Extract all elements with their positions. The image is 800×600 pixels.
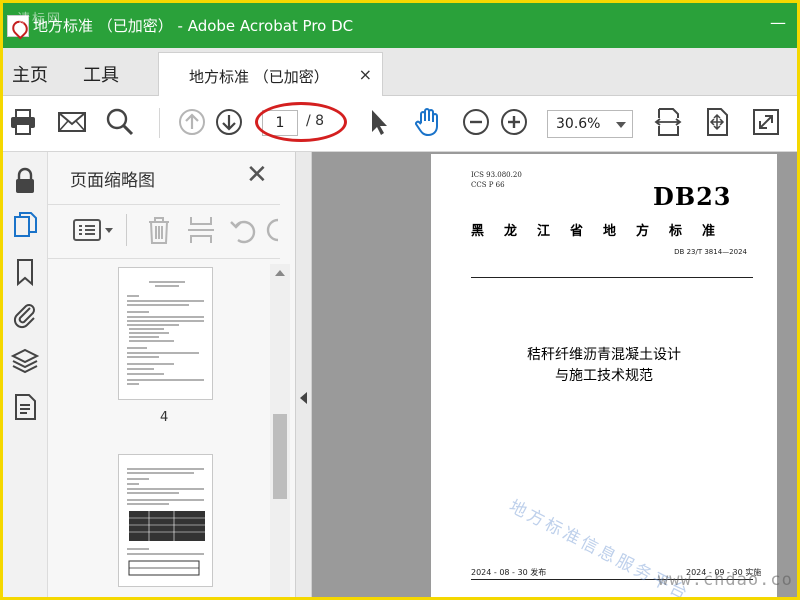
ics-line: ICS 93.080.20 [471,171,522,179]
layers-icon[interactable] [10,346,40,376]
panel-divider [48,258,280,259]
thumbnail-page-content [127,468,205,576]
full-screen-icon[interactable] [750,106,782,138]
thumbnail-options-icon[interactable] [72,214,116,246]
issue-date: 2024 - 08 - 30 发布 [471,568,547,577]
scroll-up-icon[interactable] [275,270,285,276]
thumbnails-scrollbar[interactable] [270,264,290,597]
delete-page-icon[interactable] [144,214,174,246]
close-panel-icon[interactable]: ✕ [246,162,268,188]
chevron-down-icon [616,122,626,128]
highlight-ellipse [255,102,347,142]
rotate-cw-icon[interactable] [266,214,280,246]
document-tab[interactable]: 地方标准 （已加密） × [158,52,383,96]
title-bar: 地方标准 （已加密） - Adobe Acrobat Pro DC — [3,3,797,48]
panel-divider [48,204,280,205]
panel-collapse-handle[interactable] [296,152,312,597]
corner-watermark: 请标网 [17,12,63,27]
rotate-ccw-icon[interactable] [228,214,258,246]
document-number: DB 23/T 3814—2024 [674,248,747,256]
window-title: 地方标准 （已加密） - Adobe Acrobat Pro DC [33,17,354,35]
thumbnail-page-5[interactable] [118,454,213,587]
header-rule [471,277,753,278]
thumbnail-page-4[interactable] [118,267,213,400]
zoom-out-icon[interactable] [460,106,492,138]
issuer-name: 黑龙江省地方标准 [471,224,736,239]
site-watermark: www.chdao.co [658,570,793,590]
left-rail [3,152,48,597]
toolbar: 1 / 8 30.6% [3,96,797,152]
tab-bar: 主页 工具 地方标准 （已加密） × [3,48,797,96]
thumbnails-panel: 页面缩略图 ✕ 4 [48,152,296,597]
print-icon[interactable] [7,106,39,138]
thumbnails-title: 页面缩略图 [70,171,155,191]
page-up-icon[interactable] [176,106,208,138]
zoom-select[interactable]: 30.6% [547,110,633,138]
minimize-button[interactable]: — [769,15,787,31]
email-icon[interactable] [56,106,88,138]
document-tab-label: 地方标准 （已加密） [189,68,329,86]
ics-code: ICS 93.080.20 CCS P 66 [471,170,522,190]
search-icon[interactable] [104,106,136,138]
toolbar-separator [159,108,160,138]
page-down-icon[interactable] [213,106,245,138]
attachment-icon[interactable] [10,300,40,330]
select-cursor-icon[interactable] [362,106,394,138]
zoom-value: 30.6% [556,116,601,132]
zoom-in-icon[interactable] [498,106,530,138]
bookmark-icon[interactable] [10,257,40,287]
home-tab[interactable]: 主页 [12,61,48,87]
ccs-line: CCS P 66 [471,181,505,189]
scrollbar-thumb[interactable] [273,414,287,499]
document-title-line1: 秸秆纤维沥青混凝土设计 [527,347,681,363]
document-properties-icon[interactable] [10,392,40,422]
thumbnail-page-number: 4 [160,410,169,425]
document-page: ICS 93.080.20 CCS P 66 DB23 黑龙江省地方标准 DB … [431,154,777,597]
collapse-left-icon[interactable] [300,392,307,404]
document-title-line2: 与施工技术规范 [555,368,653,384]
standard-code: DB23 [653,182,732,211]
tools-separator [126,214,127,246]
pages-icon[interactable] [10,210,40,240]
hand-tool-icon[interactable] [412,106,444,138]
fit-page-icon[interactable] [701,106,733,138]
thumbnail-page-content [127,281,204,385]
close-tab-icon[interactable]: × [359,65,372,84]
lock-icon[interactable] [10,166,40,196]
document-view[interactable]: ICS 93.080.20 CCS P 66 DB23 黑龙江省地方标准 DB … [312,152,797,597]
insert-page-icon[interactable] [186,214,216,246]
acrobat-window: 地方标准 （已加密） - Adobe Acrobat Pro DC — 请标网 … [3,3,797,597]
tools-tab[interactable]: 工具 [83,61,119,87]
fit-width-icon[interactable] [652,106,684,138]
